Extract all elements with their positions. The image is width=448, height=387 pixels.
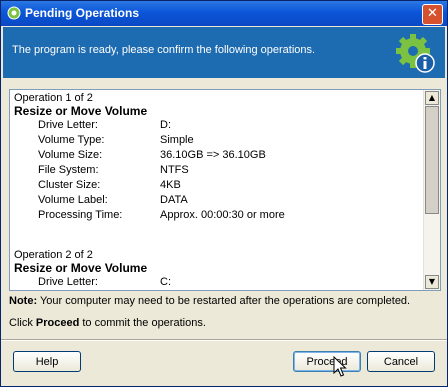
row-label: Drive Letter: bbox=[38, 276, 98, 288]
scrollbar-thumb[interactable] bbox=[425, 106, 439, 214]
instruction-post: to commit the operations. bbox=[79, 317, 206, 329]
operation-counter: Operation 2 of 2 bbox=[14, 249, 93, 261]
gear-info-icon bbox=[396, 34, 435, 73]
row-value: 4KB bbox=[160, 179, 181, 191]
instruction-pre: Click bbox=[9, 317, 36, 329]
row-label: Volume Size: bbox=[38, 149, 103, 161]
scroll-up-button[interactable]: ▲ bbox=[425, 91, 439, 105]
operations-list-content: Operation 1 of 2 Resize or Move Volume D… bbox=[10, 90, 422, 290]
row-value: D: bbox=[160, 119, 171, 131]
close-button[interactable]: ✕ bbox=[422, 4, 443, 25]
proceed-instruction: Click Proceed to commit the operations. bbox=[9, 317, 206, 329]
operations-list[interactable]: Operation 1 of 2 Resize or Move Volume D… bbox=[9, 89, 441, 291]
restart-note: Note: Your computer may need to be resta… bbox=[9, 295, 410, 307]
vertical-scrollbar[interactable]: ▲ ▼ bbox=[423, 90, 440, 290]
row-label: Volume Label: bbox=[38, 194, 108, 206]
window-title: Pending Operations bbox=[25, 6, 140, 20]
title-bar[interactable]: Pending Operations ✕ bbox=[1, 1, 447, 26]
row-label: Processing Time: bbox=[38, 209, 123, 221]
row-value: NTFS bbox=[160, 164, 189, 176]
pending-operations-dialog: Pending Operations ✕ The program is read… bbox=[0, 0, 448, 387]
row-label: Drive Letter: bbox=[38, 119, 98, 131]
row-label: Cluster Size: bbox=[38, 179, 101, 191]
row-value: C: bbox=[160, 276, 171, 288]
note-label: Note: bbox=[9, 295, 38, 307]
row-value: Approx. 00:00:30 or more bbox=[160, 209, 285, 221]
instruction-bold: Proceed bbox=[35, 317, 80, 329]
help-button[interactable]: Help bbox=[13, 351, 81, 372]
header-message: The program is ready, please confirm the… bbox=[12, 44, 316, 56]
row-label: Volume Type: bbox=[38, 134, 105, 146]
row-value: Simple bbox=[160, 134, 194, 146]
header-banner: The program is ready, please confirm the… bbox=[3, 27, 445, 78]
mouse-cursor-icon bbox=[333, 356, 347, 377]
note-text: Your computer may need to be restarted a… bbox=[37, 295, 411, 307]
app-icon bbox=[7, 6, 21, 20]
row-value: DATA bbox=[160, 194, 188, 206]
footer-divider bbox=[1, 339, 447, 341]
scroll-down-button[interactable]: ▼ bbox=[425, 275, 439, 289]
operation-title: Resize or Move Volume bbox=[14, 104, 148, 118]
proceed-button[interactable]: Proceed bbox=[293, 351, 361, 372]
row-value: 36.10GB => 36.10GB bbox=[160, 149, 266, 161]
operation-counter: Operation 1 of 2 bbox=[14, 92, 93, 104]
row-label: File System: bbox=[38, 164, 99, 176]
operation-title: Resize or Move Volume bbox=[14, 261, 148, 275]
cancel-button[interactable]: Cancel bbox=[367, 351, 435, 372]
